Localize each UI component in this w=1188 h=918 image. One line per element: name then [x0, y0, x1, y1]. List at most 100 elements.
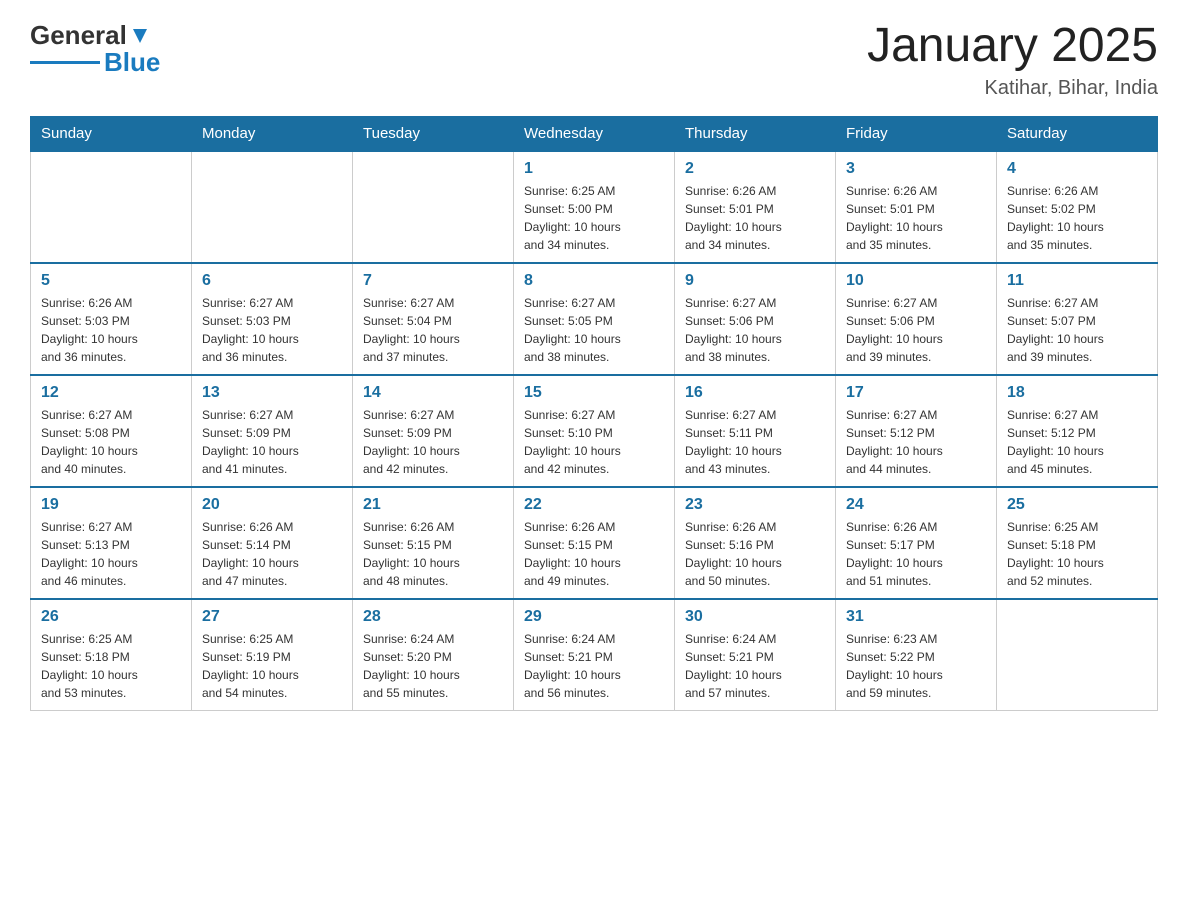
day-number: 24: [846, 496, 986, 514]
day-number: 3: [846, 160, 986, 178]
day-info: Sunrise: 6:26 AMSunset: 5:03 PMDaylight:…: [41, 294, 181, 366]
day-info: Sunrise: 6:26 AMSunset: 5:14 PMDaylight:…: [202, 518, 342, 590]
weekday-header-wednesday: Wednesday: [514, 116, 675, 151]
day-number: 28: [363, 608, 503, 626]
day-cell: 30 Sunrise: 6:24 AMSunset: 5:21 PMDayligh…: [675, 599, 836, 711]
day-cell: 27Sunrise: 6:25 AMSunset: 5:19 PMDayligh…: [192, 599, 353, 711]
day-cell: 9Sunrise: 6:27 AMSunset: 5:06 PMDaylight…: [675, 263, 836, 375]
day-info: Sunrise: 6:27 AMSunset: 5:06 PMDaylight:…: [846, 294, 986, 366]
day-number: 13: [202, 384, 342, 402]
title-section: January 2025 Katihar, Bihar, India: [867, 20, 1158, 100]
day-cell: 5 Sunrise: 6:26 AMSunset: 5:03 PMDaylight…: [31, 263, 192, 375]
day-number: 27: [202, 608, 342, 626]
logo-blue-text: Blue: [104, 47, 160, 78]
day-info: Sunrise: 6:27 AMSunset: 5:05 PMDaylight:…: [524, 294, 664, 366]
day-info: Sunrise: 6:26 AMSunset: 5:15 PMDaylight:…: [363, 518, 503, 590]
day-number: 12: [41, 384, 181, 402]
day-cell: 25 Sunrise: 6:25 AMSunset: 5:18 PMDayligh…: [997, 487, 1158, 599]
month-title: January 2025: [867, 20, 1158, 73]
day-cell: 24 Sunrise: 6:26 AMSunset: 5:17 PMDayligh…: [836, 487, 997, 599]
day-info: Sunrise: 6:26 AMSunset: 5:17 PMDaylight:…: [846, 518, 986, 590]
day-number: 5: [41, 272, 181, 290]
day-info: Sunrise: 6:26 AMSunset: 5:15 PMDaylight:…: [524, 518, 664, 590]
day-info: Sunrise: 6:26 AMSunset: 5:16 PMDaylight:…: [685, 518, 825, 590]
weekday-header-friday: Friday: [836, 116, 997, 151]
day-info: Sunrise: 6:23 AMSunset: 5:22 PMDaylight:…: [846, 630, 986, 702]
week-row-4: 19 Sunrise: 6:27 AMSunset: 5:13 PMDayligh…: [31, 487, 1158, 599]
day-cell: 20 Sunrise: 6:26 AMSunset: 5:14 PMDayligh…: [192, 487, 353, 599]
day-cell: 12 Sunrise: 6:27 AMSunset: 5:08 PMDayligh…: [31, 375, 192, 487]
day-number: 20: [202, 496, 342, 514]
day-number: 7: [363, 272, 503, 290]
day-info: Sunrise: 6:27 AMSunset: 5:11 PMDaylight:…: [685, 406, 825, 478]
day-info: Sunrise: 6:27 AMSunset: 5:12 PMDaylight:…: [846, 406, 986, 478]
day-info: Sunrise: 6:27 AMSunset: 5:08 PMDaylight:…: [41, 406, 181, 478]
day-cell: 2Sunrise: 6:26 AMSunset: 5:01 PMDaylight…: [675, 151, 836, 263]
day-cell: 23 Sunrise: 6:26 AMSunset: 5:16 PMDayligh…: [675, 487, 836, 599]
day-cell: 8 Sunrise: 6:27 AMSunset: 5:05 PMDaylight…: [514, 263, 675, 375]
day-info: Sunrise: 6:25 AMSunset: 5:00 PMDaylight:…: [524, 182, 664, 254]
day-number: 30: [685, 608, 825, 626]
week-row-5: 26 Sunrise: 6:25 AMSunset: 5:18 PMDayligh…: [31, 599, 1158, 711]
day-number: 17: [846, 384, 986, 402]
day-info: Sunrise: 6:27 AMSunset: 5:03 PMDaylight:…: [202, 294, 342, 366]
logo-underline: [30, 61, 100, 64]
day-info: Sunrise: 6:24 AMSunset: 5:21 PMDaylight:…: [685, 630, 825, 702]
weekday-header-sunday: Sunday: [31, 116, 192, 151]
day-cell: 16Sunrise: 6:27 AMSunset: 5:11 PMDayligh…: [675, 375, 836, 487]
day-cell: [192, 151, 353, 263]
day-info: Sunrise: 6:24 AMSunset: 5:21 PMDaylight:…: [524, 630, 664, 702]
calendar-table: SundayMondayTuesdayWednesdayThursdayFrid…: [30, 116, 1158, 711]
day-cell: 21 Sunrise: 6:26 AMSunset: 5:15 PMDayligh…: [353, 487, 514, 599]
day-number: 6: [202, 272, 342, 290]
day-cell: 7 Sunrise: 6:27 AMSunset: 5:04 PMDaylight…: [353, 263, 514, 375]
week-row-1: 1Sunrise: 6:25 AMSunset: 5:00 PMDaylight…: [31, 151, 1158, 263]
week-row-2: 5 Sunrise: 6:26 AMSunset: 5:03 PMDaylight…: [31, 263, 1158, 375]
day-number: 26: [41, 608, 181, 626]
logo-triangle-icon: [129, 25, 151, 47]
day-cell: [997, 599, 1158, 711]
day-cell: 6 Sunrise: 6:27 AMSunset: 5:03 PMDaylight…: [192, 263, 353, 375]
day-number: 21: [363, 496, 503, 514]
weekday-header-tuesday: Tuesday: [353, 116, 514, 151]
day-cell: 19 Sunrise: 6:27 AMSunset: 5:13 PMDayligh…: [31, 487, 192, 599]
day-number: 25: [1007, 496, 1147, 514]
day-number: 29: [524, 608, 664, 626]
day-number: 8: [524, 272, 664, 290]
page-header: General Blue January 2025 Katihar, Bihar…: [30, 20, 1158, 100]
day-number: 14: [363, 384, 503, 402]
location-title: Katihar, Bihar, India: [867, 77, 1158, 100]
day-number: 4: [1007, 160, 1147, 178]
day-info: Sunrise: 6:26 AMSunset: 5:02 PMDaylight:…: [1007, 182, 1147, 254]
day-info: Sunrise: 6:26 AMSunset: 5:01 PMDaylight:…: [846, 182, 986, 254]
day-info: Sunrise: 6:27 AMSunset: 5:12 PMDaylight:…: [1007, 406, 1147, 478]
day-cell: 31 Sunrise: 6:23 AMSunset: 5:22 PMDayligh…: [836, 599, 997, 711]
day-info: Sunrise: 6:27 AMSunset: 5:07 PMDaylight:…: [1007, 294, 1147, 366]
week-row-3: 12 Sunrise: 6:27 AMSunset: 5:08 PMDayligh…: [31, 375, 1158, 487]
day-info: Sunrise: 6:27 AMSunset: 5:09 PMDaylight:…: [202, 406, 342, 478]
day-number: 23: [685, 496, 825, 514]
day-cell: 11Sunrise: 6:27 AMSunset: 5:07 PMDayligh…: [997, 263, 1158, 375]
day-number: 19: [41, 496, 181, 514]
day-cell: 14Sunrise: 6:27 AMSunset: 5:09 PMDayligh…: [353, 375, 514, 487]
day-number: 18: [1007, 384, 1147, 402]
day-info: Sunrise: 6:27 AMSunset: 5:13 PMDaylight:…: [41, 518, 181, 590]
day-cell: 17 Sunrise: 6:27 AMSunset: 5:12 PMDayligh…: [836, 375, 997, 487]
day-cell: 29 Sunrise: 6:24 AMSunset: 5:21 PMDayligh…: [514, 599, 675, 711]
logo: General Blue: [30, 20, 160, 78]
day-cell: 15Sunrise: 6:27 AMSunset: 5:10 PMDayligh…: [514, 375, 675, 487]
day-number: 15: [524, 384, 664, 402]
day-info: Sunrise: 6:24 AMSunset: 5:20 PMDaylight:…: [363, 630, 503, 702]
header-row: SundayMondayTuesdayWednesdayThursdayFrid…: [31, 116, 1158, 151]
weekday-header-saturday: Saturday: [997, 116, 1158, 151]
day-cell: 10Sunrise: 6:27 AMSunset: 5:06 PMDayligh…: [836, 263, 997, 375]
day-number: 9: [685, 272, 825, 290]
day-number: 31: [846, 608, 986, 626]
day-info: Sunrise: 6:27 AMSunset: 5:04 PMDaylight:…: [363, 294, 503, 366]
day-info: Sunrise: 6:25 AMSunset: 5:18 PMDaylight:…: [1007, 518, 1147, 590]
weekday-header-thursday: Thursday: [675, 116, 836, 151]
day-info: Sunrise: 6:25 AMSunset: 5:18 PMDaylight:…: [41, 630, 181, 702]
day-cell: [31, 151, 192, 263]
day-cell: 28 Sunrise: 6:24 AMSunset: 5:20 PMDayligh…: [353, 599, 514, 711]
day-cell: 3 Sunrise: 6:26 AMSunset: 5:01 PMDaylight…: [836, 151, 997, 263]
